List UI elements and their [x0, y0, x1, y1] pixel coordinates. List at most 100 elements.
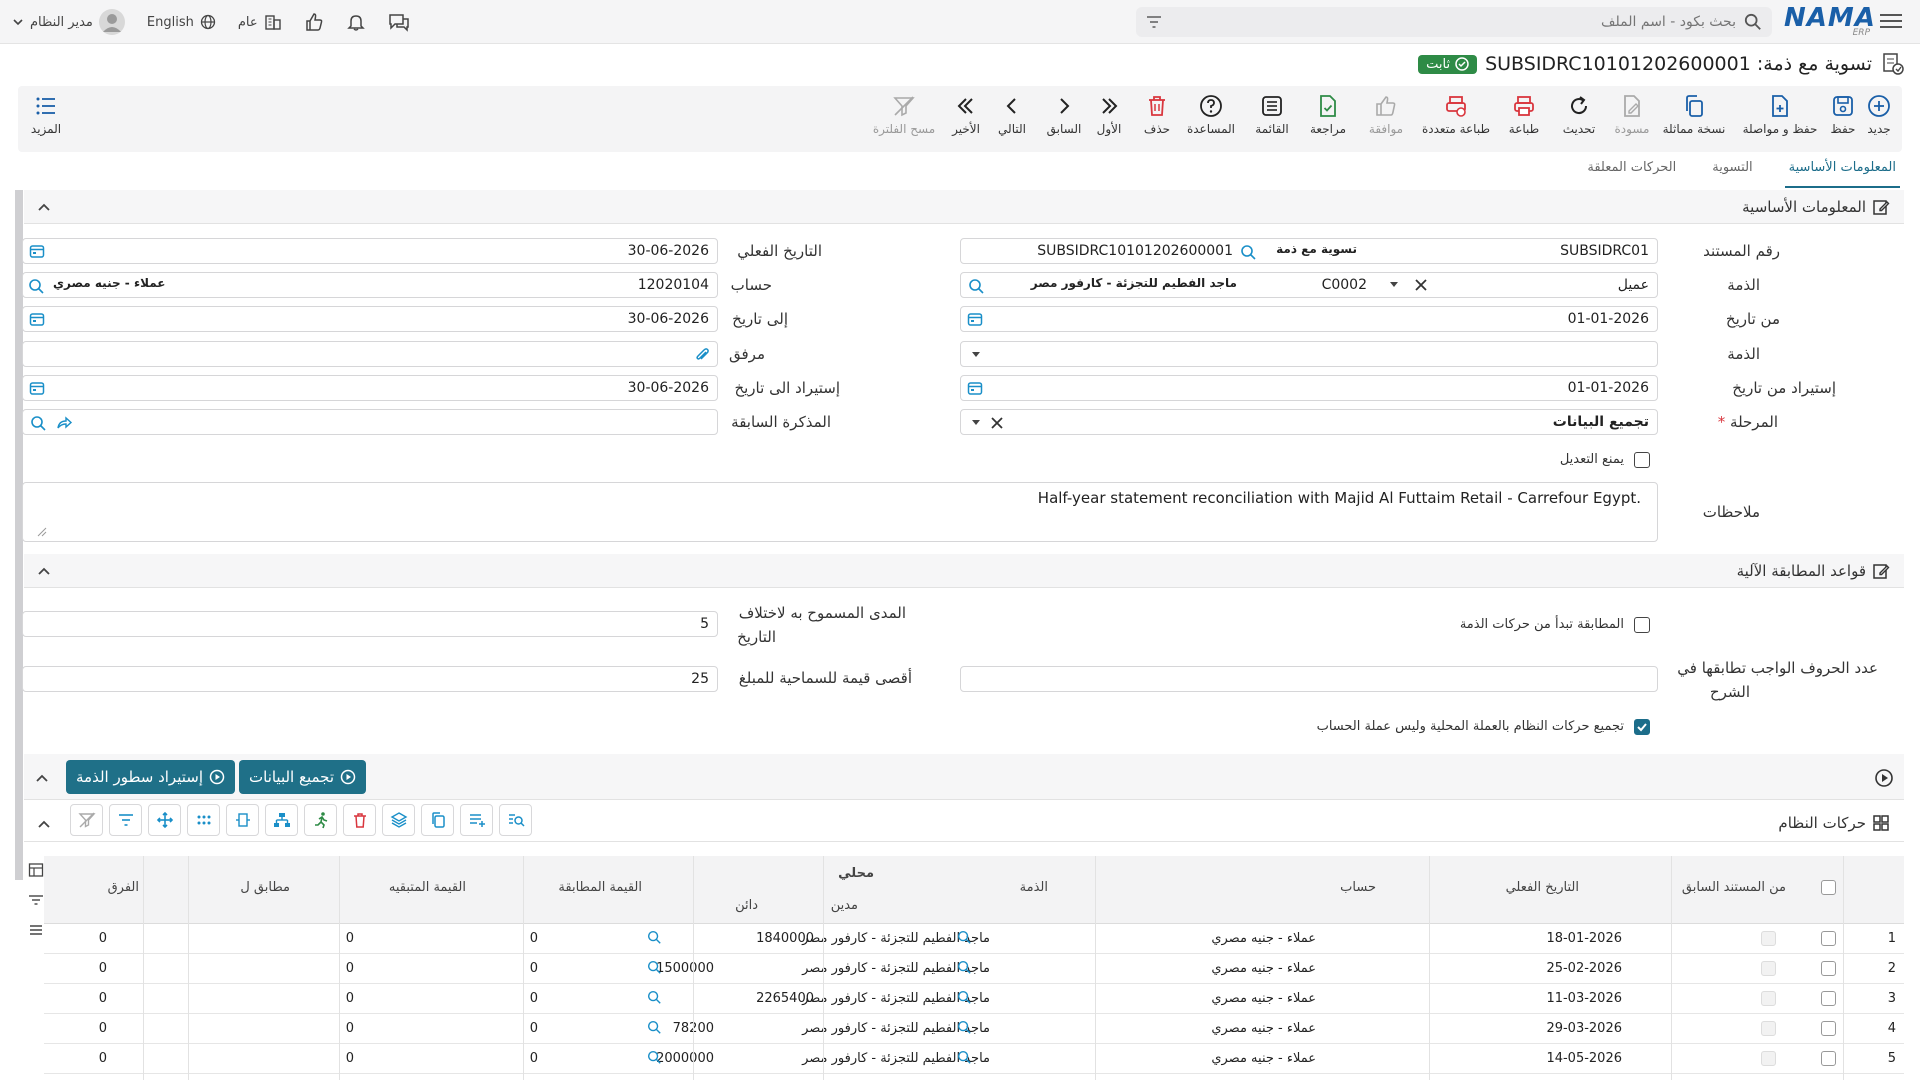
multi-print-button[interactable]: طباعة متعددة	[1414, 94, 1498, 136]
col-actual-date[interactable]: التاريخ الفعلي	[1506, 880, 1579, 895]
prevent-edit-checkbox[interactable]	[1634, 452, 1650, 468]
grid-column-width-button[interactable]	[226, 804, 259, 836]
table-row[interactable]: 1 18-01-2026 عملاء - جنيه مصري ماجد الفطيم …	[44, 924, 1904, 954]
match-from-sub-checkbox[interactable]	[1634, 617, 1650, 633]
calendar-icon[interactable]	[967, 380, 983, 396]
column-divider[interactable]	[523, 856, 524, 1080]
tab-pending-moves[interactable]: الحركات المعلقة	[1583, 160, 1680, 188]
doc-no-field[interactable]: SUBSIDRC01 تسوية مع ذمة SUBSIDRC10101202…	[960, 238, 1658, 264]
column-divider[interactable]	[339, 856, 340, 1080]
approve-button[interactable]: موافقة	[1354, 94, 1418, 136]
col-debit[interactable]: مدين	[831, 898, 858, 913]
account-lookup-icon[interactable]	[646, 1019, 662, 1035]
paperclip-icon[interactable]	[693, 346, 711, 364]
caret-down-icon[interactable]	[971, 351, 981, 359]
chevron-up-icon[interactable]	[34, 770, 50, 786]
chat-icon[interactable]	[388, 12, 410, 32]
row-checkbox[interactable]	[1821, 961, 1836, 976]
col-matched-with[interactable]: مطابق ل	[240, 880, 290, 895]
filter-icon[interactable]	[1146, 14, 1162, 30]
subsidiary-lookup-icon[interactable]	[956, 1019, 972, 1035]
grid-add-row-button[interactable]	[460, 804, 493, 836]
search-input[interactable]	[1196, 11, 1736, 33]
prev-doc-checkbox[interactable]	[1761, 961, 1776, 976]
bell-icon[interactable]	[346, 12, 366, 32]
account-lookup-icon[interactable]	[646, 959, 662, 975]
grid-search-button[interactable]	[499, 804, 532, 836]
date-tolerance-field[interactable]: 5	[22, 611, 718, 637]
grid-run-button[interactable]	[304, 804, 337, 836]
col-remaining[interactable]: القيمة المتبقيه	[389, 880, 466, 895]
col-prev-doc[interactable]: من المستند السابق	[1682, 880, 1786, 895]
play-circle-icon[interactable]	[1874, 768, 1894, 788]
subsidiary-field[interactable]: عميل C0002 ماجد الفطيم للتجزئة - كارفور …	[960, 272, 1658, 298]
col-diff[interactable]: الفرق	[108, 880, 139, 895]
account-lookup-icon[interactable]	[646, 989, 662, 1005]
lookup-icon[interactable]	[27, 277, 45, 295]
prev-doc-checkbox[interactable]	[1761, 1051, 1776, 1066]
column-divider[interactable]	[188, 856, 189, 1080]
prev-memo-field[interactable]	[22, 409, 718, 435]
delete-button[interactable]: حذف	[1132, 94, 1182, 136]
grid-layers-button[interactable]	[382, 804, 415, 836]
chevron-up-icon[interactable]	[36, 816, 52, 832]
col-credit[interactable]: دائن	[735, 898, 758, 913]
print-button[interactable]: طباعة	[1494, 94, 1554, 136]
lookup-icon[interactable]	[29, 414, 47, 432]
local-currency-checkbox[interactable]	[1634, 719, 1650, 735]
close-icon[interactable]	[991, 417, 1003, 429]
caret-down-icon[interactable]	[971, 419, 981, 427]
to-date-field[interactable]: 30-06-2026	[22, 306, 718, 332]
row-checkbox[interactable]	[1821, 1021, 1836, 1036]
caret-down-icon[interactable]	[1389, 281, 1399, 289]
stage-select[interactable]: تجميع البيانات	[960, 409, 1658, 435]
grid-delete-button[interactable]	[343, 804, 376, 836]
subsidiary-lookup-icon[interactable]	[956, 989, 972, 1005]
subsidiary-lookup-icon[interactable]	[956, 929, 972, 945]
subsidiary-lookup-icon[interactable]	[956, 1049, 972, 1065]
lookup-icon[interactable]	[1239, 243, 1257, 261]
account-field[interactable]: 12020104 عملاء - جنيه مصري	[22, 272, 718, 298]
last-button[interactable]: الأخير	[938, 94, 994, 136]
draft-button[interactable]: مسودة	[1602, 94, 1662, 136]
prev-doc-checkbox[interactable]	[1761, 931, 1776, 946]
more-button[interactable]: المزيد	[18, 94, 74, 136]
import-to-field[interactable]: 30-06-2026	[22, 375, 718, 401]
column-divider[interactable]	[1671, 856, 1672, 1080]
calendar-icon[interactable]	[967, 311, 983, 327]
col-account[interactable]: حساب	[1340, 880, 1376, 895]
hamburger-menu-icon[interactable]	[1880, 10, 1902, 32]
grid-move-button[interactable]	[148, 804, 181, 836]
import-from-field[interactable]: 01-01-2026	[960, 375, 1658, 401]
col-matched[interactable]: القيمة المطابقة	[558, 880, 642, 895]
account-lookup-icon[interactable]	[646, 929, 662, 945]
refresh-button[interactable]: تحديث	[1549, 94, 1609, 136]
thumbs-up-icon[interactable]	[304, 12, 324, 32]
grid-tree-button[interactable]	[265, 804, 298, 836]
column-divider[interactable]	[1843, 856, 1844, 1080]
save-continue-button[interactable]: حفظ و مواصلة	[1738, 94, 1822, 136]
grid-copy-button[interactable]	[421, 804, 454, 836]
import-lines-button[interactable]: إستيراد سطور الذمة	[66, 760, 236, 794]
row-checkbox[interactable]	[1821, 931, 1836, 946]
grid-filter-button[interactable]	[109, 804, 142, 836]
table-row[interactable]: 4 29-03-2026 عملاء - جنيه مصري ماجد الفطيم …	[44, 1014, 1904, 1044]
column-divider[interactable]	[1429, 856, 1430, 1080]
scope-switch[interactable]: عام	[238, 13, 282, 31]
from-date-field[interactable]: 01-01-2026	[960, 306, 1658, 332]
search-icon[interactable]	[1744, 13, 1762, 31]
account-lookup-icon[interactable]	[646, 1049, 662, 1065]
collect-data-button[interactable]: تجميع البيانات	[239, 760, 367, 794]
hamburger-menu-icon[interactable]	[28, 922, 44, 938]
review-button[interactable]: مراجعة	[1298, 94, 1358, 136]
calendar-icon[interactable]	[29, 311, 45, 327]
column-divider[interactable]	[1095, 856, 1096, 1080]
tab-reconciliation[interactable]: التسوية	[1708, 160, 1756, 188]
prev-doc-checkbox[interactable]	[1761, 1021, 1776, 1036]
actual-date-field[interactable]: 30-06-2026	[22, 238, 718, 264]
attachment-field[interactable]	[22, 341, 718, 367]
close-icon[interactable]	[1415, 279, 1427, 291]
copy-button[interactable]: نسخة مماثلة	[1656, 94, 1732, 136]
column-divider[interactable]	[693, 856, 694, 1080]
grid-clear-filter-button[interactable]	[70, 804, 103, 836]
